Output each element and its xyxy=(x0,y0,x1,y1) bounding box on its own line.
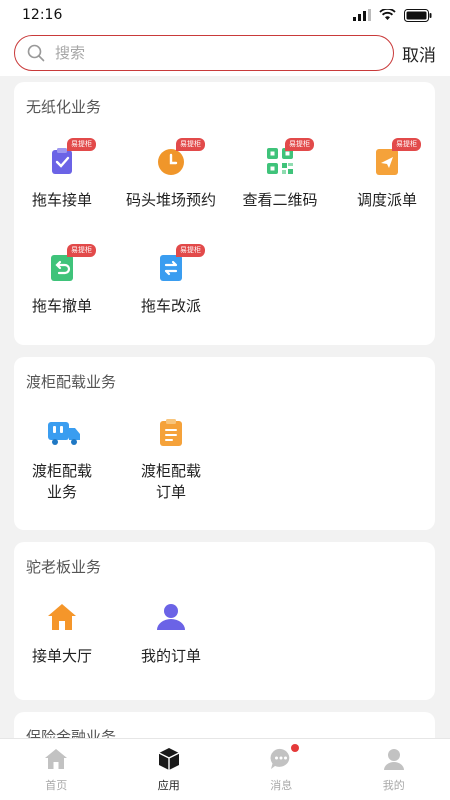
app-item-tow-withdraw[interactable]: 易提柜 拖车撤单 xyxy=(7,244,117,317)
tab-home[interactable]: 首页 xyxy=(0,739,113,800)
cube-tab-icon xyxy=(158,747,180,770)
app-item-qr-code[interactable]: 易提柜 查看二维码 xyxy=(225,138,335,211)
cancel-button[interactable]: 取消 xyxy=(402,41,436,66)
app-item-label: 拖车接单 xyxy=(31,191,92,209)
app-item-order-hall[interactable]: 接单大厅 xyxy=(7,602,117,667)
tab-apps[interactable]: 应用 xyxy=(113,739,226,800)
search-row: 取消 xyxy=(0,30,450,76)
order-list-icon xyxy=(160,419,182,446)
tab-messages[interactable]: 消息 xyxy=(225,739,338,800)
unread-dot xyxy=(291,743,300,752)
app-item-label: 拖车撤单 xyxy=(31,297,92,315)
section-ferry: 渡柜配载业务 渡柜配载业务 渡柜配载订单 xyxy=(14,357,435,530)
app-item-label: 查看二维码 xyxy=(242,191,318,209)
search-input[interactable] xyxy=(55,44,355,62)
wifi-icon xyxy=(379,9,396,20)
section-title: 驼老板业务 xyxy=(26,558,102,576)
tab-label: 首页 xyxy=(45,778,68,792)
section-title: 无纸化业务 xyxy=(26,98,102,116)
badge: 易提柜 xyxy=(176,244,205,257)
search-icon xyxy=(27,44,45,62)
app-item-label: 接单大厅 xyxy=(31,647,92,665)
status-time: 12:16 xyxy=(22,7,63,23)
badge: 易提柜 xyxy=(67,244,96,257)
app-item-tow-accept[interactable]: 易提柜 拖车接单 xyxy=(7,138,117,211)
app-item-dispatch[interactable]: 易提柜 调度派单 xyxy=(332,138,442,211)
app-item-label: 调度派单 xyxy=(356,191,417,209)
battery-icon xyxy=(404,8,432,22)
app-item-label: 拖车改派 xyxy=(140,297,201,315)
home-icon xyxy=(48,604,76,630)
badge: 易提柜 xyxy=(67,138,96,151)
badge: 易提柜 xyxy=(285,138,314,151)
app-item-my-orders[interactable]: 我的订单 xyxy=(116,602,226,667)
tab-label: 我的 xyxy=(382,778,405,792)
app-item-label: 我的订单 xyxy=(140,647,201,665)
truck-icon xyxy=(48,422,80,445)
profile-tab-icon xyxy=(383,748,404,770)
tab-bar: 首页 应用 消息 我的 xyxy=(0,738,450,800)
tab-label: 应用 xyxy=(157,778,180,792)
section-title: 保险金融业务 xyxy=(26,728,117,738)
status-bar: 12:16 xyxy=(0,0,450,30)
home-tab-icon xyxy=(45,748,68,769)
status-icons xyxy=(353,8,432,22)
app-item-label: 渡柜配载订单 xyxy=(140,462,201,501)
app-item-tow-reassign[interactable]: 易提柜 拖车改派 xyxy=(116,244,226,317)
tab-profile[interactable]: 我的 xyxy=(338,739,450,800)
tab-label: 消息 xyxy=(270,778,293,792)
app-item-ferry-business[interactable]: 渡柜配载业务 xyxy=(7,417,117,503)
badge: 易提柜 xyxy=(176,138,205,151)
search-box[interactable] xyxy=(14,35,394,71)
app-item-ferry-order[interactable]: 渡柜配载订单 xyxy=(116,417,226,503)
user-icon xyxy=(157,604,185,630)
app-item-label: 渡柜配载业务 xyxy=(31,462,92,501)
badge: 易提柜 xyxy=(392,138,421,151)
section-title: 渡柜配载业务 xyxy=(26,373,117,391)
message-tab-icon xyxy=(270,748,290,769)
section-boss: 驼老板业务 接单大厅 我的订单 xyxy=(14,542,435,700)
app-item-terminal-appointment[interactable]: 易提柜 码头堆场预约 xyxy=(116,138,226,211)
app-list: 无纸化业务 易提柜 拖车接单 易提柜 码头堆场预约 易提柜 查看二维码 易提柜 … xyxy=(0,76,450,738)
section-insurance: 保险金融业务 xyxy=(14,712,435,738)
section-paperless: 无纸化业务 易提柜 拖车接单 易提柜 码头堆场预约 易提柜 查看二维码 易提柜 … xyxy=(14,82,435,345)
signal-icon xyxy=(353,9,371,21)
app-item-label: 码头堆场预约 xyxy=(125,191,216,209)
